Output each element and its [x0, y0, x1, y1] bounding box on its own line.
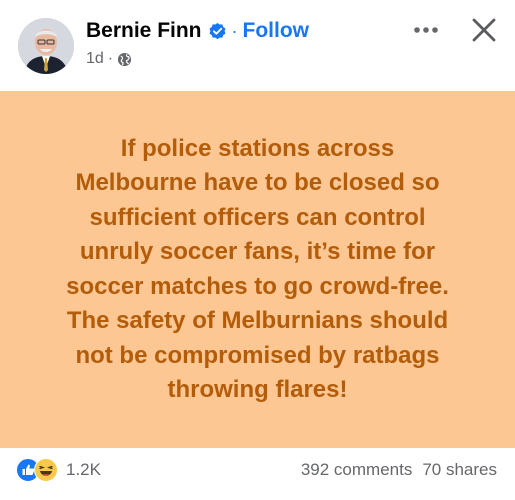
more-options-icon[interactable] [410, 14, 442, 46]
engagement-stats: 392 comments 70 shares [301, 460, 497, 480]
follow-button[interactable]: Follow [243, 19, 310, 43]
post-footer: 1.2K 392 comments 70 shares [0, 448, 515, 500]
shares-count-link[interactable]: 70 shares [422, 460, 497, 480]
comments-count-link[interactable]: 392 comments [301, 460, 413, 480]
author-name[interactable]: Bernie Finn [86, 19, 202, 43]
reactions-summary[interactable]: 1.2K [16, 458, 101, 482]
verified-badge-icon [208, 22, 227, 41]
post-background-card: If police stations across Melbourne have… [0, 91, 515, 448]
post-timestamp[interactable]: 1d [86, 50, 104, 68]
post-text: If police stations across Melbourne have… [66, 134, 449, 404]
close-icon[interactable] [466, 12, 502, 48]
author-avatar[interactable] [18, 18, 74, 74]
reaction-count: 1.2K [66, 460, 101, 479]
author-row: Bernie Finn · Follow [86, 16, 309, 46]
post-meta: 1d · [86, 50, 132, 68]
separator: · [231, 20, 238, 41]
avatar-image [18, 18, 74, 74]
globe-icon [117, 52, 132, 67]
meta-separator: · [107, 50, 114, 67]
haha-icon [34, 458, 58, 482]
post-header: Bernie Finn · Follow 1d · [0, 0, 515, 90]
